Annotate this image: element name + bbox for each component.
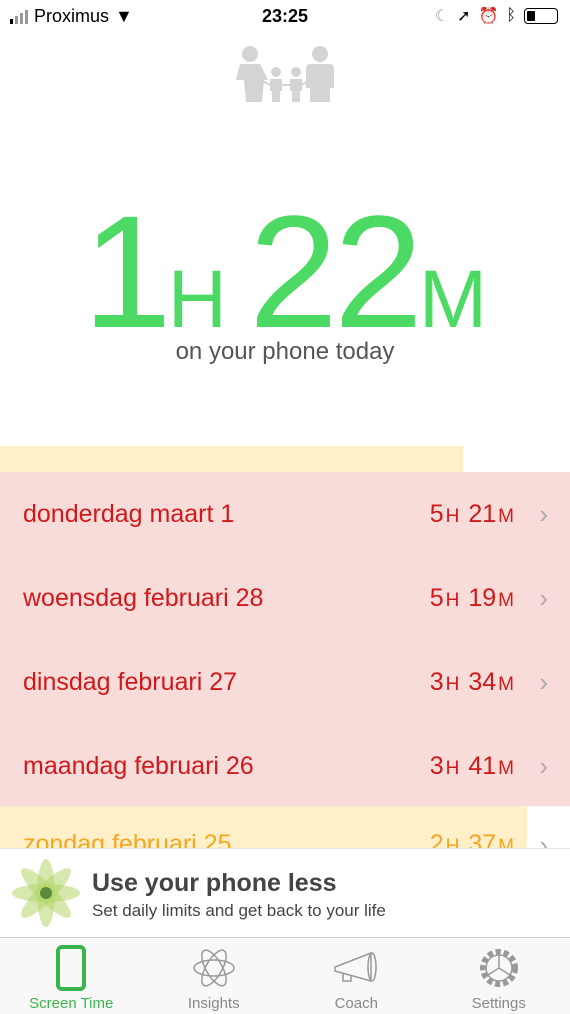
atom-icon: [193, 949, 235, 987]
flower-icon: [12, 859, 80, 927]
day-duration: 3H 41 M: [430, 752, 516, 781]
location-icon: ➚: [457, 8, 471, 25]
hours-unit: H: [445, 673, 460, 695]
today-total: 1H 22M: [0, 180, 570, 364]
phone-icon: [56, 945, 87, 991]
hours: 5: [429, 499, 444, 528]
tab-label: Insights: [187, 995, 240, 1012]
minutes-unit: M: [498, 757, 514, 779]
status-bar: Proximus ▼ 23:25 ☾ ➚ ⏰ ᛒ: [0, 0, 570, 32]
hours-unit: H: [445, 589, 460, 611]
limits-banner[interactable]: Use your phone less Set daily limits and…: [0, 848, 570, 938]
today-progress-bar: [0, 446, 463, 472]
minutes-value: 22: [248, 182, 423, 361]
day-duration: 5H 21 M: [430, 500, 516, 529]
hours-unit: H: [445, 757, 460, 779]
day-row[interactable]: woensdag februari 28 5H 19 M ›: [0, 556, 570, 640]
day-date: woensdag februari 28: [23, 583, 264, 612]
tab-insights[interactable]: Insights: [143, 939, 286, 1014]
bluetooth-icon: ᛒ: [506, 7, 516, 24]
day-duration: 3H 34 M: [430, 668, 516, 697]
minutes-unit: M: [498, 505, 514, 527]
tab-label: Screen Time: [29, 995, 114, 1012]
chevron-right-icon: ›: [539, 582, 548, 613]
day-row[interactable]: maandag februari 26 3H 41 M ›: [0, 724, 570, 808]
day-row[interactable]: donderdag maart 1 5H 21 M ›: [0, 472, 570, 556]
tab-bar: Screen Time Insights Coach Settings: [0, 939, 570, 1014]
day-date: donderdag maart 1: [23, 499, 235, 528]
minutes: 41: [468, 751, 497, 780]
hours: 5: [429, 583, 444, 612]
banner-subtitle: Set daily limits and get back to your li…: [92, 901, 386, 920]
tab-settings[interactable]: Settings: [428, 939, 570, 1014]
minutes-unit: M: [418, 254, 488, 345]
tab-label: Coach: [334, 995, 378, 1012]
day-date: maandag februari 26: [23, 751, 254, 780]
megaphone-icon: [334, 951, 377, 982]
hours: 3: [429, 667, 444, 696]
hours: 3: [429, 751, 444, 780]
day-duration: 5H 19 M: [430, 584, 516, 613]
chevron-right-icon: ›: [539, 666, 548, 697]
minutes-unit: M: [498, 673, 514, 695]
chevron-right-icon: ›: [539, 750, 548, 781]
hours-unit: H: [167, 254, 227, 345]
tab-coach[interactable]: Coach: [285, 939, 428, 1014]
tab-label: Settings: [471, 995, 526, 1012]
minutes-unit: M: [498, 589, 514, 611]
banner-title: Use your phone less: [92, 869, 337, 897]
gear-icon: [479, 949, 518, 987]
hours-value: 1: [82, 182, 172, 361]
day-date: dinsdag februari 27: [23, 667, 238, 696]
chevron-right-icon: ›: [539, 498, 548, 529]
tab-screen-time[interactable]: Screen Time: [0, 939, 143, 1014]
day-row[interactable]: dinsdag februari 27 3H 34 M ›: [0, 640, 570, 724]
minutes: 34: [468, 667, 497, 696]
moon-icon: ☾: [434, 8, 450, 25]
family-icon: [236, 46, 334, 102]
today-caption: on your phone today: [175, 338, 395, 365]
minutes: 21: [468, 499, 497, 528]
minutes: 19: [468, 583, 497, 612]
hours-unit: H: [445, 505, 460, 527]
alarm-icon: ⏰: [478, 8, 499, 25]
battery-icon: [524, 8, 558, 24]
